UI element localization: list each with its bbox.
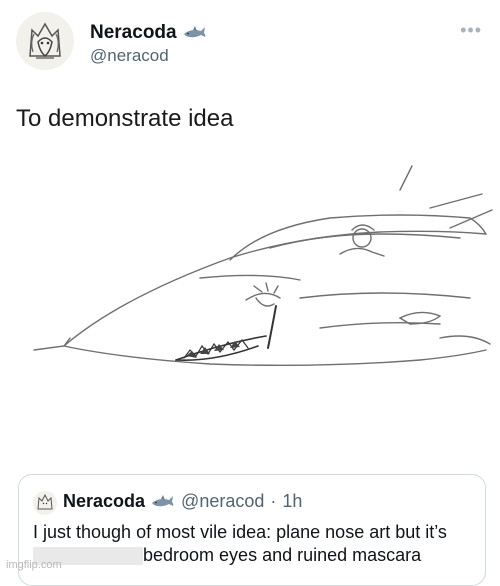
quoted-avatar[interactable] — [33, 491, 57, 515]
author-handle[interactable]: @neracod — [90, 46, 207, 66]
lion-crest-icon — [16, 12, 74, 70]
quoted-text-line-1: I just though of most vile idea: plane n… — [33, 522, 447, 542]
avatar[interactable] — [16, 12, 74, 70]
quoted-text-line-2: bedroom eyes and ruined mascara — [143, 545, 422, 565]
shark-emoji-icon — [152, 494, 174, 506]
quoted-text: I just though of most vile idea: plane n… — [33, 521, 473, 567]
quoted-author-name[interactable]: Neracoda — [63, 491, 145, 512]
tweet-text: To demonstrate idea — [16, 105, 234, 132]
tweet-image[interactable] — [0, 148, 500, 466]
lion-crest-icon — [33, 491, 57, 515]
more-options-icon[interactable]: ••• — [460, 20, 482, 41]
tweet-header: Neracoda @neracod ••• — [0, 0, 500, 90]
separator-dot: · — [270, 491, 277, 511]
quoted-author-handle[interactable]: @neracod — [181, 491, 264, 512]
quoted-tweet[interactable]: Neracoda @neracod · 1h I just though of … — [18, 474, 486, 586]
author-name[interactable]: Neracoda — [90, 22, 177, 44]
shark-emoji-icon — [183, 26, 205, 38]
quoted-timestamp[interactable]: 1h — [282, 491, 302, 512]
jet-sketch-image — [33, 165, 493, 367]
watermark: imgflip.com — [6, 559, 62, 571]
